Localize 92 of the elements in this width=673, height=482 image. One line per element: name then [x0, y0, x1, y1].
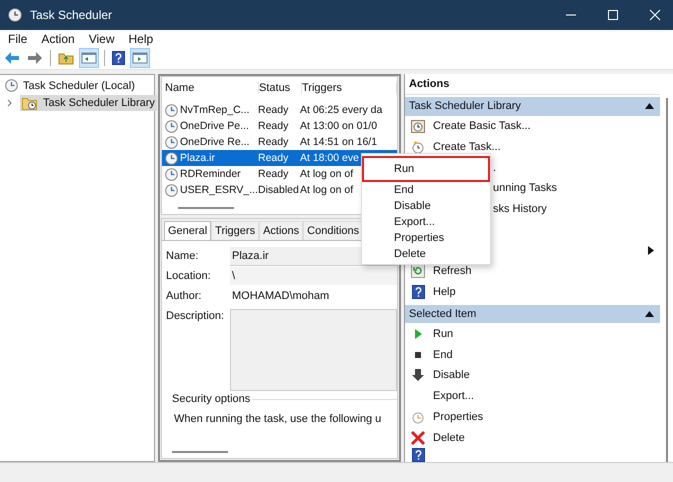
task-name: RDReminder — [180, 168, 241, 180]
toolbar-button[interactable] — [110, 48, 127, 68]
action-link[interactable]: Refresh — [433, 265, 472, 278]
calendar-clock-icon — [411, 118, 425, 133]
task-trigger: At 14:51 on 16/1 — [300, 136, 378, 148]
task-name: Plaza.ir — [180, 152, 216, 164]
task-name: OneDrive Re... — [180, 136, 250, 148]
tree-item[interactable]: Task Scheduler (Local) — [3, 78, 137, 93]
action-link[interactable]: Create Basic Task... — [433, 120, 531, 132]
location-value: \ — [230, 267, 397, 285]
field-label: Description: — [166, 309, 226, 322]
action-link[interactable]: Properties — [433, 410, 484, 423]
clock-icon — [8, 8, 22, 22]
task-status: Ready — [258, 152, 290, 164]
scrollbar-thumb[interactable] — [666, 98, 668, 462]
task-name: USER_ESRV_... — [180, 184, 258, 196]
menu-item[interactable]: Disable — [362, 198, 490, 214]
task-trigger: At 13:00 on 01/0 — [300, 120, 378, 132]
field-label: Author: — [166, 289, 202, 302]
submenu-arrow-icon[interactable] — [648, 246, 654, 256]
task-trigger: At 18:00 eve — [300, 152, 360, 164]
clock-icon — [165, 136, 178, 148]
task-status: Ready — [258, 136, 290, 148]
column-header[interactable]: Name — [165, 82, 259, 94]
help-icon — [412, 285, 424, 300]
clock-icon — [165, 168, 178, 180]
clock-icon — [165, 184, 178, 196]
delete-icon — [410, 430, 426, 446]
collapse-caret-icon[interactable] — [645, 311, 654, 317]
section-header[interactable]: Selected Item — [405, 304, 660, 324]
pane-title: Actions — [405, 74, 660, 95]
task-trigger: At log on of — [300, 184, 354, 196]
action-link[interactable]: Help — [433, 286, 456, 298]
section-title: Task Scheduler Library — [409, 100, 521, 112]
action-link[interactable]: sks History — [493, 203, 547, 216]
tab[interactable]: Conditions — [303, 221, 364, 240]
folder-clock-icon — [22, 96, 38, 110]
task-status: Ready — [258, 104, 290, 116]
task-status: Ready — [258, 168, 290, 180]
action-link[interactable]: Export... — [433, 390, 474, 402]
clock-icon — [165, 152, 178, 164]
down-arrow-icon — [411, 368, 425, 382]
menu-item[interactable]: View — [88, 32, 114, 46]
field-label: Location: — [166, 269, 212, 282]
section-title: Selected Item — [409, 308, 476, 320]
menu-item[interactable]: Action — [41, 32, 75, 46]
task-trigger: At log on of — [300, 168, 354, 180]
action-link[interactable]: unning Tasks — [493, 182, 558, 194]
clock-icon — [411, 410, 425, 424]
task-trigger: At 06:25 every da — [300, 104, 384, 116]
refresh-icon — [411, 264, 425, 278]
task-status: Disabled — [258, 184, 300, 196]
menu-item[interactable]: Export... — [362, 214, 490, 230]
field-label: Name: — [166, 249, 200, 262]
group-title: Security options — [170, 393, 252, 405]
menu-item[interactable]: Help — [128, 32, 154, 46]
tab[interactable]: Actions — [259, 221, 304, 240]
section-header[interactable]: Task Scheduler Library — [405, 96, 660, 116]
action-link[interactable]: Create Task... — [433, 140, 501, 153]
clock-icon — [165, 104, 178, 116]
clock-icon — [5, 79, 18, 92]
tab[interactable]: Triggers — [211, 221, 260, 240]
scrollbar-thumb[interactable] — [178, 207, 234, 209]
collapse-caret-icon[interactable] — [645, 103, 654, 110]
task-name: NvTmRep_C... — [180, 104, 250, 116]
tree-item[interactable]: Task Scheduler Library — [20, 94, 157, 110]
action-link[interactable]: Run — [433, 328, 454, 340]
task-status: Ready — [258, 120, 290, 132]
column-header[interactable]: Status — [259, 82, 302, 94]
description-field[interactable] — [230, 309, 397, 391]
author-value: MOHAMAD\moham — [231, 289, 330, 304]
task-row[interactable]: OneDrive Pe... Ready At 13:00 on 01/0 — [162, 118, 397, 134]
close-icon[interactable] — [649, 9, 661, 21]
column-header[interactable]: Triggers — [302, 82, 397, 94]
security-text: When running the task, use the following u — [173, 413, 382, 425]
scrollbar-thumb[interactable] — [172, 451, 228, 453]
chevron-right-icon[interactable] — [6, 98, 14, 106]
menu-item[interactable]: Run — [362, 156, 490, 182]
action-link[interactable]: . — [493, 162, 496, 174]
menu-item[interactable]: Properties — [362, 230, 490, 246]
action-link[interactable]: Delete — [433, 432, 465, 444]
task-name: OneDrive Pe... — [180, 120, 249, 132]
clock-icon — [165, 120, 178, 132]
menu-item[interactable]: File — [8, 32, 28, 46]
tab[interactable]: General — [164, 221, 212, 240]
action-link[interactable]: Disable — [433, 369, 470, 382]
menu-item[interactable]: End — [362, 182, 490, 198]
window-title: Task Scheduler — [30, 8, 114, 22]
task-row[interactable]: NvTmRep_C... Ready At 06:25 every da — [162, 102, 397, 118]
task-row[interactable]: OneDrive Re... Ready At 14:51 on 16/1 — [162, 134, 397, 150]
maximize-icon[interactable] — [607, 9, 619, 21]
action-link[interactable]: End — [433, 348, 453, 361]
